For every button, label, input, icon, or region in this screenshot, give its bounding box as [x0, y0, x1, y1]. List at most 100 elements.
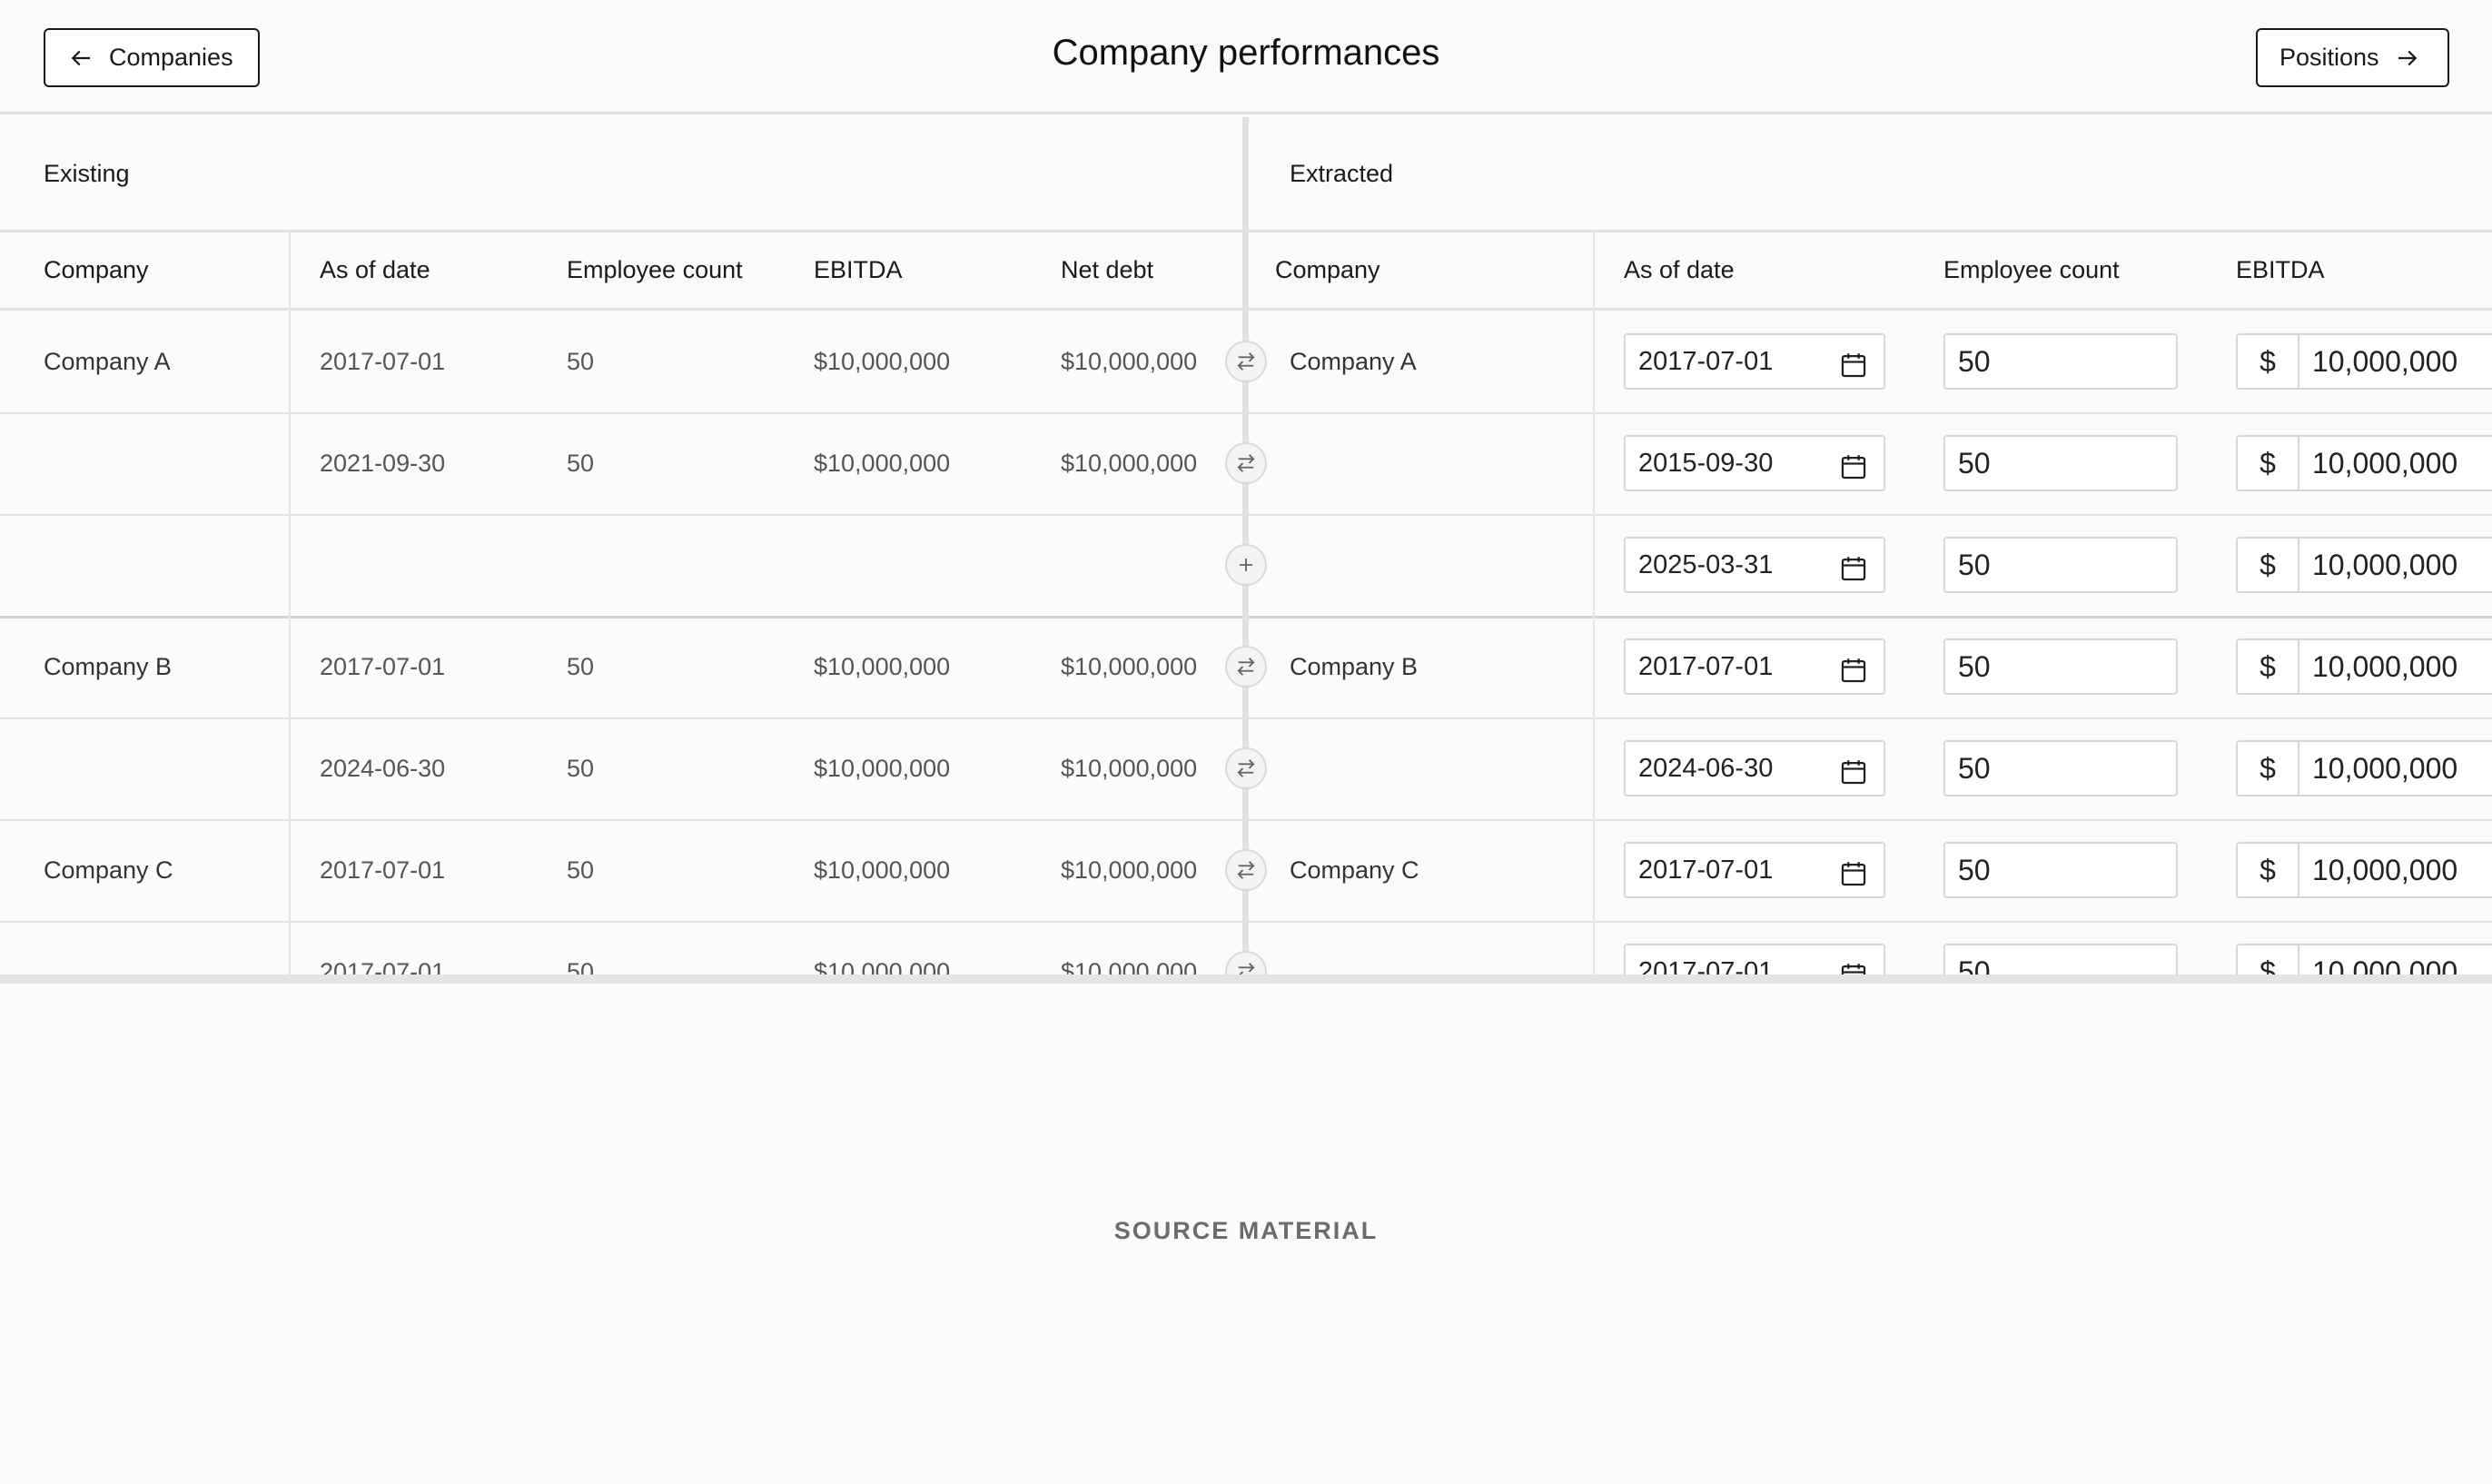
existing-net-debt-cell: $10,000,000 [1061, 958, 1198, 974]
swap-row-button[interactable] [1225, 442, 1267, 484]
swap-arrows-icon [1233, 756, 1259, 781]
as-of-date-input[interactable]: 2025-03-31 [1624, 537, 1885, 593]
existing-section-title: Existing [44, 160, 130, 187]
employee-count-input[interactable]: 50 [1943, 537, 2178, 593]
existing-ebitda-cell: $10,000,000 [814, 348, 951, 375]
currency-prefix: $ [2238, 539, 2299, 591]
as-of-date-input[interactable]: 2017-07-01 [1624, 842, 1885, 898]
existing-employee-cell: 50 [567, 856, 595, 884]
existing-employee-cell: 50 [567, 958, 595, 974]
col-header-as-of-date: As of date [320, 256, 430, 283]
swap-row-button[interactable] [1225, 646, 1267, 688]
ebitda-amount: 10,000,000 [2312, 650, 2458, 683]
ebitda-input[interactable]: $10,000,000 [2236, 842, 2492, 898]
existing-employee-cell: 50 [567, 450, 595, 477]
existing-company-cell: Company A [44, 348, 171, 375]
ebitda-input[interactable]: $10,000,000 [2236, 537, 2492, 593]
date-value: 2024-06-30 [1638, 754, 1774, 783]
ebitda-input[interactable]: $10,000,000 [2236, 638, 2492, 695]
currency-prefix: $ [2238, 742, 2299, 795]
existing-date-cell: 2021-09-30 [320, 450, 446, 477]
extracted-company-cell: Company B [1290, 653, 1419, 680]
ebitda-input[interactable]: $10,000,000 [2236, 435, 2492, 491]
existing-ebitda-cell: $10,000,000 [814, 755, 951, 782]
calendar-icon[interactable] [1838, 448, 1869, 480]
col-header-ext-as-of-date: As of date [1624, 256, 1735, 283]
existing-company-cell: Company C [44, 856, 173, 884]
employee-count-input[interactable]: 50 [1943, 435, 2178, 491]
as-of-date-input[interactable]: 2024-06-30 [1624, 740, 1885, 796]
existing-date-cell: 2017-07-01 [320, 653, 446, 680]
table-row: 2024-06-30 50 $10,000,000 $10,000,000 2024-0… [0, 717, 2492, 819]
calendar-icon[interactable] [1838, 956, 1869, 974]
ebitda-input[interactable]: $10,000,000 [2236, 944, 2492, 974]
calendar-icon[interactable] [1838, 549, 1869, 581]
currency-prefix: $ [2238, 945, 2299, 974]
date-value: 2017-07-01 [1638, 652, 1774, 681]
swap-arrows-icon [1233, 857, 1259, 883]
employee-count-input[interactable]: 50 [1943, 740, 2178, 796]
existing-ebitda-cell: $10,000,000 [814, 958, 951, 974]
table-row: Company A 2017-07-01 50 $10,000,000 $10,000,… [0, 311, 2492, 412]
table-row: 2017-07-01 50 $10,000,000 $10,000,000 2017-0… [0, 921, 2492, 974]
as-of-date-input[interactable]: 2017-07-01 [1624, 333, 1885, 390]
ebitda-amount: 10,000,000 [2312, 752, 2458, 785]
panel-resize-handle[interactable] [0, 974, 2492, 984]
arrow-right-icon [2398, 50, 2417, 65]
next-button-label: Positions [2279, 44, 2379, 71]
page-header: Companies Company performances Positions [0, 0, 2492, 114]
currency-prefix: $ [2238, 437, 2299, 490]
existing-ebitda-cell: $10,000,000 [814, 450, 951, 477]
ebitda-amount: 10,000,000 [2312, 447, 2458, 480]
existing-net-debt-cell: $10,000,000 [1061, 348, 1198, 375]
as-of-date-input[interactable]: 2015-09-30 [1624, 435, 1885, 491]
calendar-icon[interactable] [1838, 651, 1869, 683]
swap-row-button[interactable] [1225, 747, 1267, 789]
employee-count-input[interactable]: 50 [1943, 638, 2178, 695]
calendar-icon[interactable] [1838, 753, 1869, 785]
table-row: 2021-09-30 50 $10,000,000 $10,000,000 2015-0… [0, 412, 2492, 514]
existing-employee-cell: 50 [567, 755, 595, 782]
col-header-ebitda: EBITDA [814, 256, 903, 283]
extracted-section-title: Extracted [1290, 160, 1394, 187]
existing-date-cell: 2017-07-01 [320, 856, 446, 884]
ebitda-amount: 10,000,000 [2312, 549, 2458, 581]
add-row-button[interactable] [1225, 544, 1267, 586]
as-of-date-input[interactable]: 2017-07-01 [1624, 638, 1885, 695]
ebitda-input[interactable]: $10,000,000 [2236, 740, 2492, 796]
swap-row-button[interactable] [1225, 849, 1267, 891]
employee-count-input[interactable]: 50 [1943, 333, 2178, 390]
table-row: Company C 2017-07-01 50 $10,000,000 $10,000,… [0, 819, 2492, 921]
col-header-company: Company [44, 256, 149, 283]
col-header-employee-count: Employee count [567, 256, 743, 283]
swap-arrows-icon [1233, 654, 1259, 679]
existing-date-cell: 2017-07-01 [320, 958, 446, 974]
as-of-date-input[interactable]: 2017-07-01 [1624, 944, 1885, 974]
existing-ebitda-cell: $10,000,000 [814, 856, 951, 884]
table-row: 2025-03-31 50 $10,000,000 [0, 514, 2492, 616]
ebitda-amount: 10,000,000 [2312, 854, 2458, 886]
existing-net-debt-cell: $10,000,000 [1061, 755, 1198, 782]
date-value: 2015-09-30 [1638, 449, 1774, 478]
source-material-label: SOURCE MATERIAL [1113, 1217, 1379, 1244]
col-header-ext-ebitda: EBITDA [2236, 256, 2325, 283]
ebitda-amount: 10,000,000 [2312, 345, 2458, 378]
extracted-company-cell: Company C [1290, 856, 1419, 884]
employee-count-input[interactable]: 50 [1943, 944, 2178, 974]
existing-company-cell: Company B [44, 653, 173, 680]
col-header-ext-company: Company [1275, 256, 1380, 283]
page-title: Company performances [1052, 33, 1440, 73]
swap-row-button[interactable] [1225, 341, 1267, 382]
next-positions-button[interactable]: Positions [2256, 28, 2449, 87]
extracted-company-cell: Company A [1290, 348, 1417, 375]
calendar-icon[interactable] [1838, 346, 1869, 378]
calendar-icon[interactable] [1838, 855, 1869, 886]
currency-prefix: $ [2238, 844, 2299, 896]
existing-net-debt-cell: $10,000,000 [1061, 856, 1198, 884]
employee-count-input[interactable]: 50 [1943, 842, 2178, 898]
date-value: 2017-07-01 [1638, 957, 1774, 974]
swap-row-button[interactable] [1225, 951, 1267, 974]
ebitda-input[interactable]: $10,000,000 [2236, 333, 2492, 390]
comparison-table[interactable]: Existing Extracted Company As of date Em… [0, 117, 2492, 974]
existing-employee-cell: 50 [567, 653, 595, 680]
